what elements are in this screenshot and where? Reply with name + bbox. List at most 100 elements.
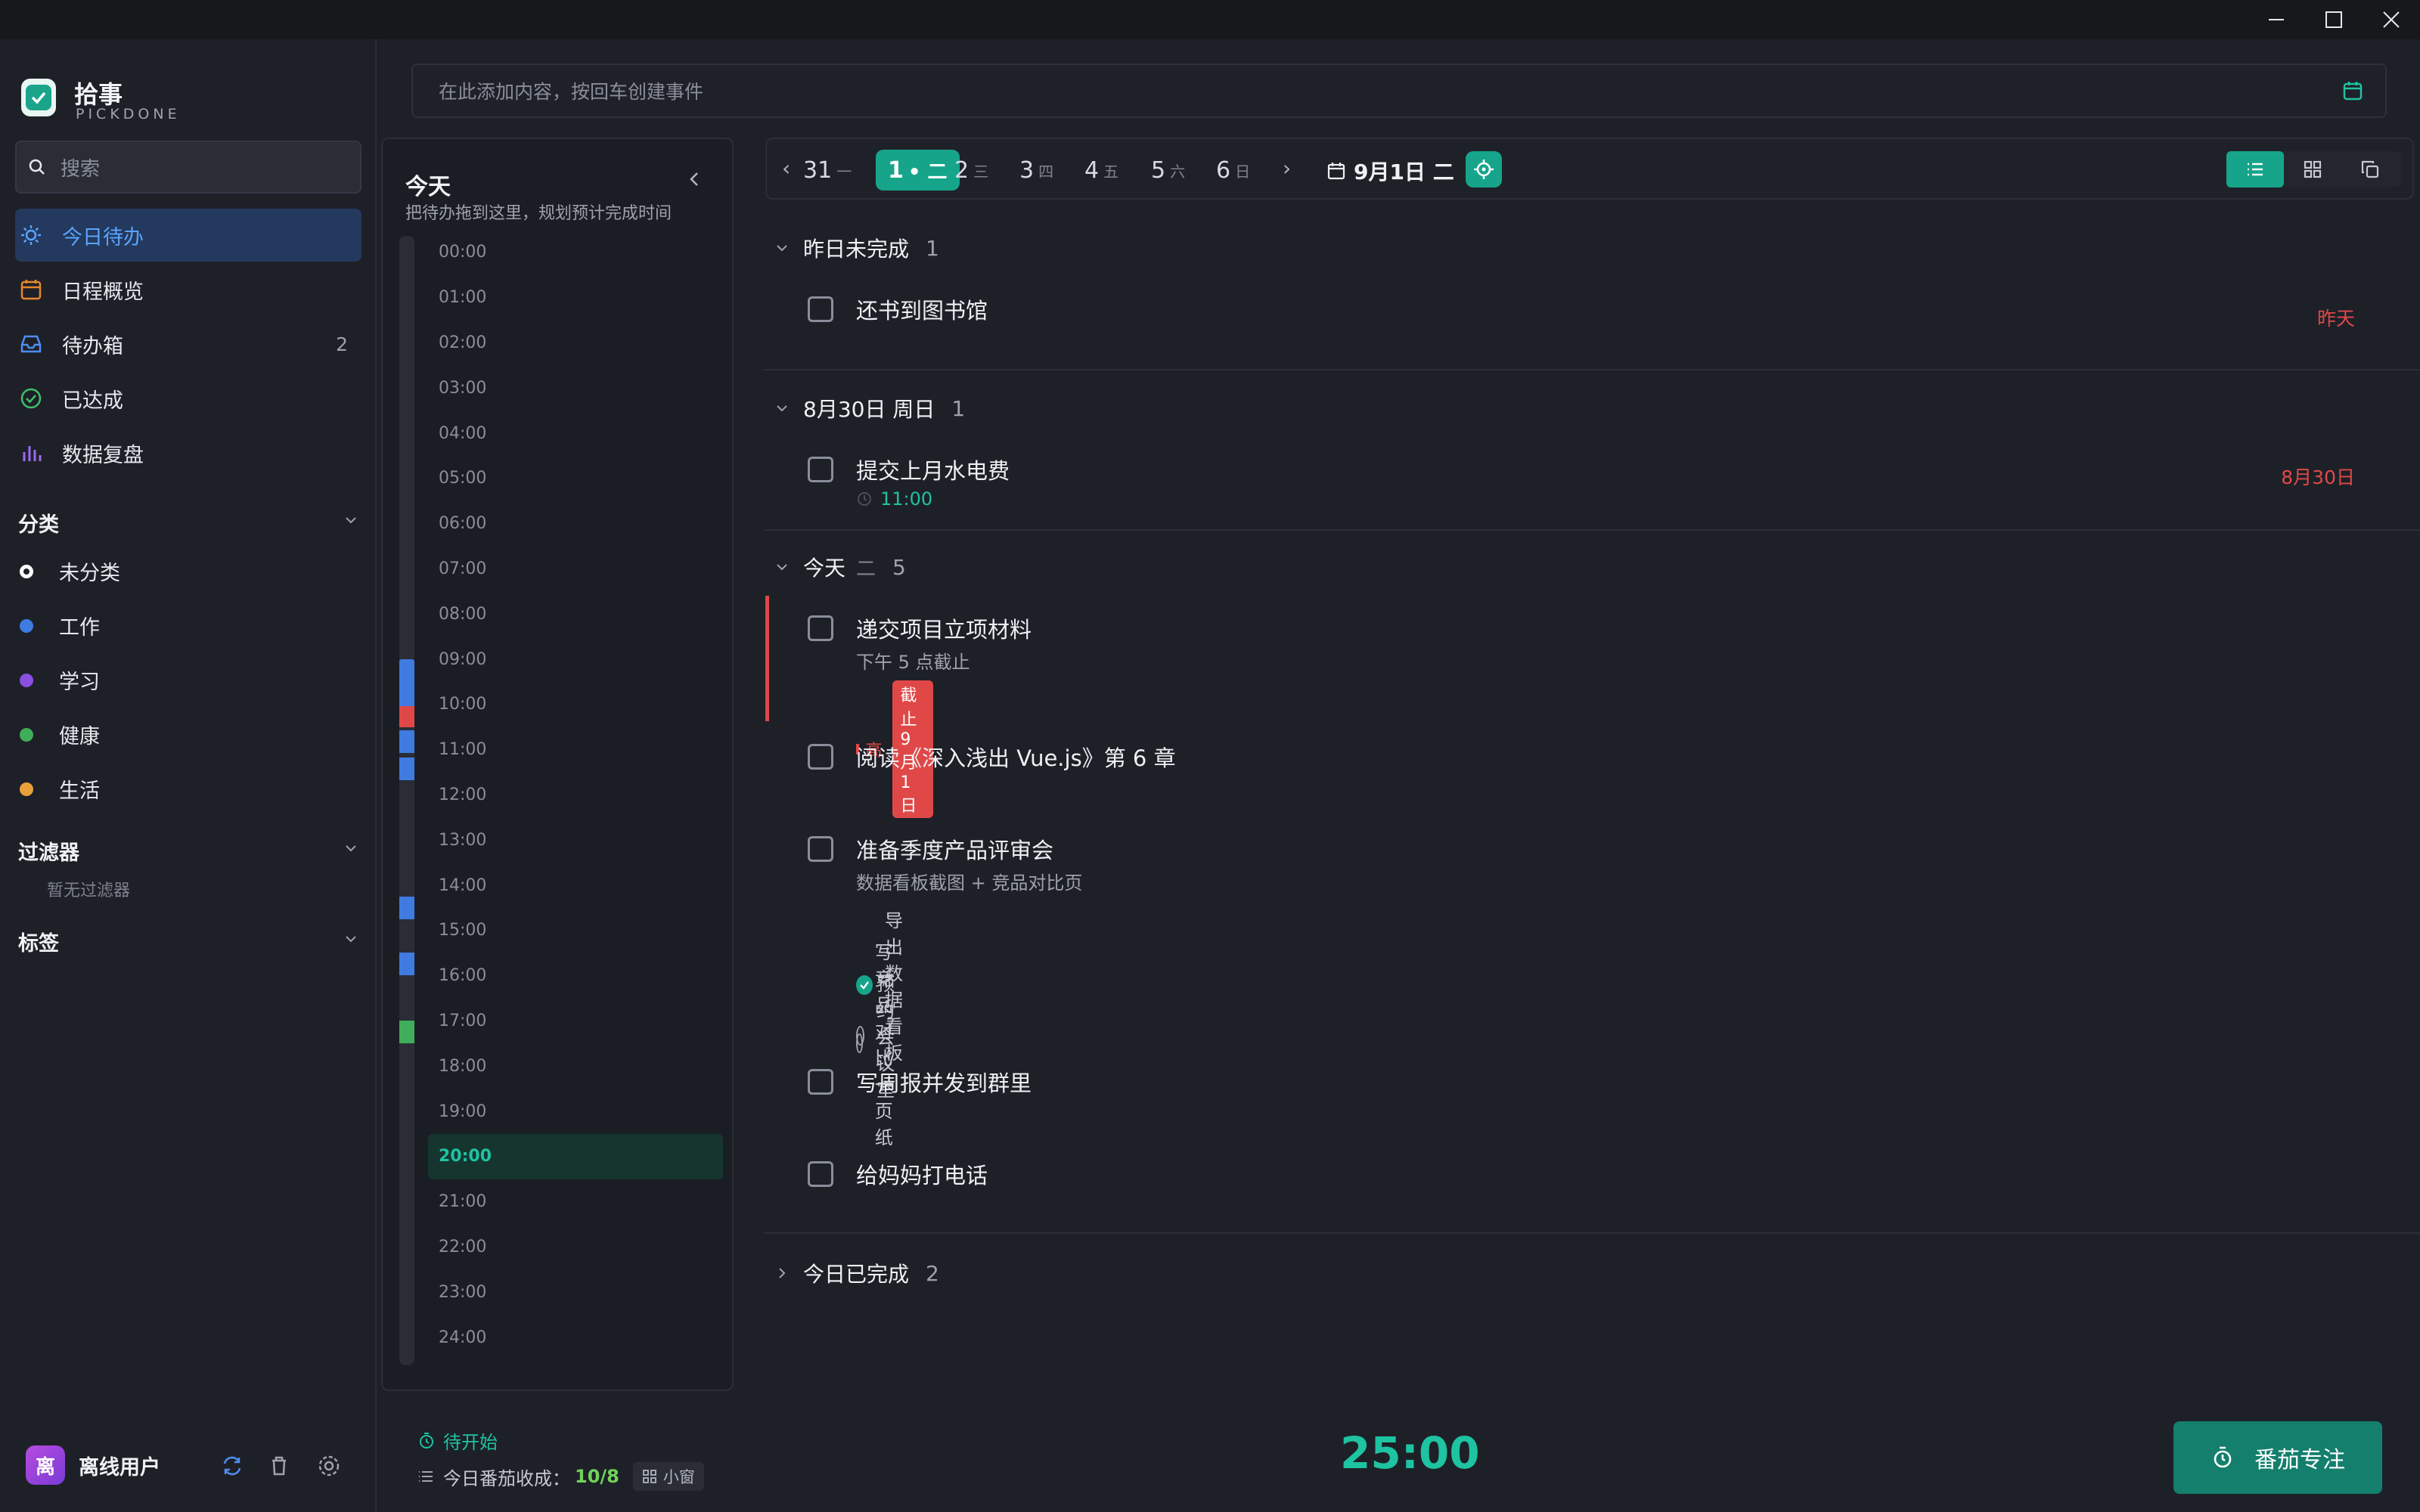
pomodoro-count-value: 10/8 [575,1466,619,1487]
grid-view-button[interactable] [2284,151,2341,187]
timeline-hour[interactable]: 00:00 [420,230,723,275]
timeline-hour[interactable]: 03:00 [420,365,723,411]
list-view-button[interactable] [2226,151,2284,187]
filters-heading[interactable]: 过滤器 [18,836,79,866]
timeline-hour[interactable]: 12:00 [420,773,723,818]
timeline-block-health[interactable] [399,1021,414,1043]
timeline-hour[interactable]: 04:00 [420,411,723,456]
timer-icon [420,1432,433,1448]
category-label: 未分类 [59,562,120,585]
group-done-header[interactable]: 今日已完成 2 [774,1258,939,1288]
category-health[interactable]: 健康 [18,720,100,749]
day-tab-6[interactable]: 6日 [1216,150,1250,191]
timeline-block-work[interactable] [399,953,414,975]
task-read-vue[interactable]: 阅读《深入浅出 Vue.js》第 6 章 [808,741,1176,771]
timeline-hour[interactable]: 15:00 [420,908,723,953]
timeline-hour[interactable]: 18:00 [420,1043,723,1089]
day-tab-4[interactable]: 4五 [1084,150,1118,191]
minimize-button[interactable] [2248,0,2305,39]
category-uncategorized[interactable]: 未分类 [18,556,120,586]
task-checkbox[interactable] [808,744,833,770]
day-tab-2[interactable]: 2三 [954,150,988,191]
task-checkbox[interactable] [808,457,833,482]
timeline-hour[interactable]: 11:00 [420,727,723,773]
gear-icon[interactable] [316,1453,342,1479]
timeline-hour[interactable]: 14:00 [420,863,723,908]
nav-item-schedule[interactable]: 日程概览 [15,263,361,316]
calendar-icon[interactable] [2341,79,2364,102]
pomodoro-count-label: 今日番茄收成： [443,1467,570,1489]
next-week-button[interactable]: › [1283,156,1291,181]
day-tab-3[interactable]: 3四 [1019,150,1053,191]
task-checkbox[interactable] [808,296,833,322]
chevron-left-icon[interactable] [685,169,705,189]
subtask-radio-icon[interactable] [856,1025,865,1046]
timeline-block-work[interactable] [399,659,414,706]
nav-item-today[interactable]: 今日待办 [15,209,361,262]
prev-week-button[interactable]: ‹ [782,156,790,181]
task-weekly-report[interactable]: 写周报并发到群里 [808,1066,1032,1096]
day-number: 31 [803,156,833,184]
user-profile[interactable]: 离 离线用户 [26,1445,160,1485]
task-return-book[interactable]: 还书到图书馆 [808,293,988,324]
timeline-hour[interactable]: 17:00 [420,999,723,1044]
category-work[interactable]: 工作 [18,611,100,640]
task-checkbox[interactable] [808,836,833,862]
timeline-block-work[interactable] [399,758,414,780]
trash-icon[interactable] [266,1453,292,1479]
timeline-hour[interactable]: 06:00 [420,501,723,547]
timeline-hour[interactable]: 01:00 [420,275,723,321]
current-date-button[interactable]: 9月1日 二 [1326,156,1454,186]
tags-heading[interactable]: 标签 [18,927,59,956]
task-checkbox[interactable] [808,615,833,641]
timeline-hour[interactable]: 05:00 [420,456,723,501]
timeline-hour[interactable]: 10:00 [420,682,723,727]
group-today-header[interactable]: 今天 二 5 [774,552,906,582]
timeline-hour[interactable]: 19:00 [420,1089,723,1134]
nav-item-achieved[interactable]: 已达成 [15,372,361,425]
task-product-review[interactable]: 准备季度产品评审会 数据看板截图 + 竞品对比页 导出数据看板 写竞品对比一页纸… [808,833,1082,1148]
task-project-materials[interactable]: 递交项目立项材料 下午 5 点截止 高 截止 9月1日 [808,612,1032,818]
task-checkbox[interactable] [808,1069,833,1095]
group-yesterday-header[interactable]: 昨日未完成 1 [774,233,939,263]
timeline-hour[interactable]: 07:00 [420,547,723,592]
timeline-block-work[interactable] [399,730,414,753]
quick-add-input[interactable]: 在此添加内容，按回车创建事件 [411,64,2387,118]
timeline-hour[interactable]: 23:00 [420,1269,723,1315]
task-pay-bills[interactable]: 提交上月水电费 11:00 [808,454,1010,510]
maximize-button[interactable] [2305,0,2363,39]
timeline-hour[interactable]: 13:00 [420,817,723,863]
mini-window-button[interactable]: 小窗 [632,1462,704,1491]
chevron-down-icon[interactable] [343,841,358,856]
search-input[interactable]: 搜索 [15,141,361,194]
close-button[interactable] [2363,0,2420,39]
day-tab-31[interactable]: 31 一 [803,150,852,191]
timeline-hour[interactable]: 02:00 [420,321,723,366]
categories-heading[interactable]: 分类 [18,508,59,538]
copy-view-button[interactable] [2341,151,2399,187]
timeline-hour[interactable]: 24:00 [420,1315,723,1360]
day-tab-1[interactable]: 1 • 二 [876,150,960,191]
category-dot [20,782,33,796]
nav-item-inbox[interactable]: 待办箱 2 [15,318,361,370]
timeline-hour[interactable]: 22:00 [420,1225,723,1270]
timeline-hour[interactable]: 08:00 [420,591,723,637]
category-study[interactable]: 学习 [18,665,100,695]
chevron-down-icon[interactable] [343,931,358,947]
locate-today-button[interactable] [1466,151,1502,187]
chevron-down-icon[interactable] [343,513,358,528]
timeline-block-priority[interactable] [399,706,414,727]
timeline-hour[interactable]: 21:00 [420,1179,723,1225]
task-call-mom[interactable]: 给妈妈打电话 [808,1158,988,1188]
timeline-current-hour[interactable]: 20:00 [428,1133,723,1179]
start-focus-button[interactable]: 番茄专注 [2173,1421,2382,1494]
category-life[interactable]: 生活 [18,774,100,804]
task-checkbox[interactable] [808,1161,833,1187]
timeline-hour[interactable]: 09:00 [420,637,723,682]
day-tab-5[interactable]: 5六 [1151,150,1185,191]
nav-item-review[interactable]: 数据复盘 [15,426,361,479]
sync-icon[interactable] [219,1453,245,1479]
timeline-block-work[interactable] [399,897,414,919]
group-aug30-header[interactable]: 8月30日 周日 1 [774,393,965,423]
timeline-hour[interactable]: 16:00 [420,953,723,999]
